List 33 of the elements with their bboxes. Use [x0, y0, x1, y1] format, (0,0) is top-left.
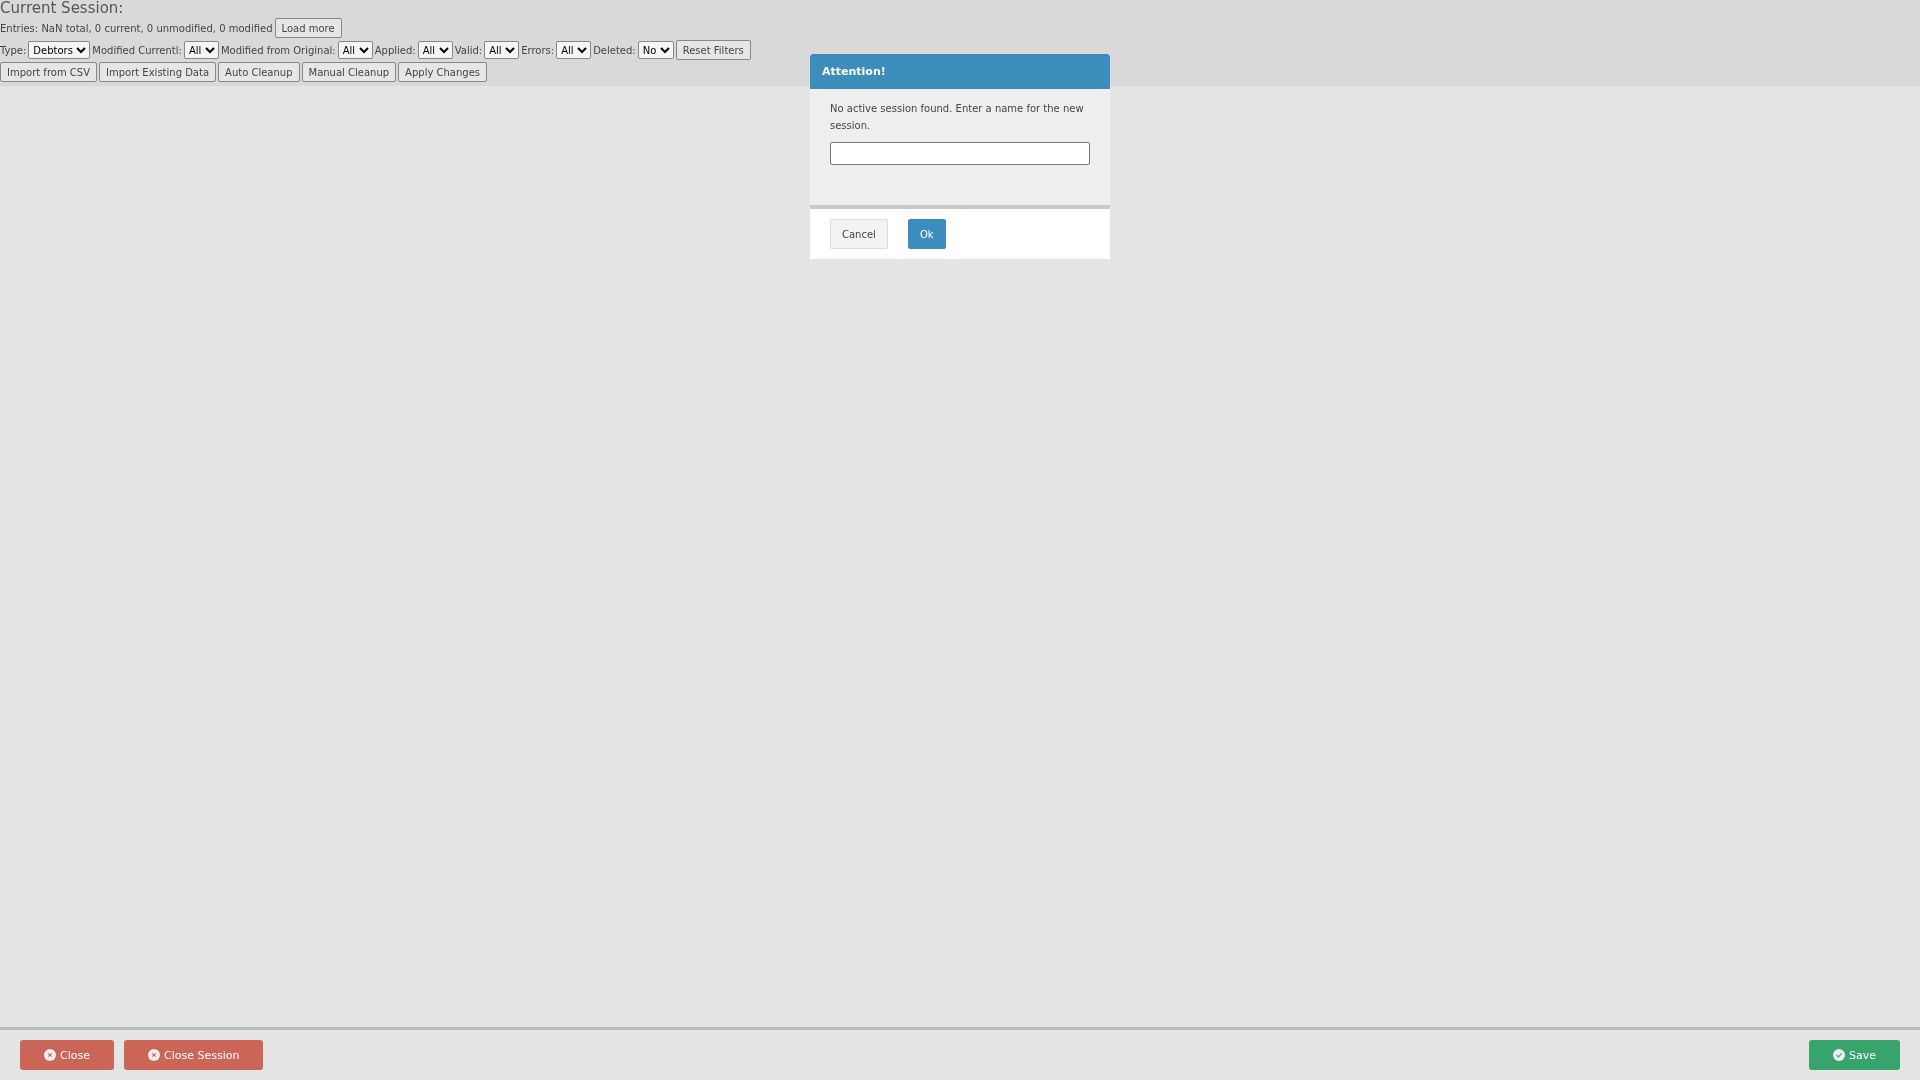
- filter-dropdown[interactable]: All: [484, 41, 520, 59]
- action-button[interactable]: Import Existing Data: [99, 62, 217, 82]
- entries-summary: Entries: NaN total, 0 current, 0 unmodified, 0 modified: [0, 22, 273, 34]
- close-button[interactable]: Close Session: [123, 1040, 264, 1070]
- filter-label: Valid:: [454, 44, 483, 56]
- dialog-message: No active session found. Enter a name for the new session.: [830, 102, 1085, 133]
- filter-dropdown[interactable]: All: [183, 41, 219, 59]
- dialog-title: Attention!: [810, 54, 1110, 89]
- filter-dropdown[interactable]: All: [337, 41, 373, 59]
- filter-label: Type:: [0, 44, 27, 56]
- filter-dropdown[interactable]: No: [637, 41, 674, 59]
- action-button[interactable]: Import from CSV: [0, 62, 97, 82]
- filter-dropdown[interactable]: All: [556, 41, 592, 59]
- close-button[interactable]: Close: [20, 1040, 114, 1070]
- filter-dropdown[interactable]: All: [417, 41, 453, 59]
- check-circle-icon: [1833, 1049, 1845, 1061]
- filter-label: Modified from Original:: [220, 44, 336, 56]
- filter-label: Applied:: [374, 44, 416, 56]
- close-circle-icon: [147, 1049, 160, 1061]
- cancel-button[interactable]: Cancel: [830, 219, 888, 249]
- filter-label: Deleted:: [593, 44, 636, 56]
- close-circle-icon: [44, 1049, 56, 1061]
- action-button[interactable]: Apply Changes: [398, 62, 488, 82]
- ok-button[interactable]: Ok: [907, 219, 946, 249]
- filter-dropdown[interactable]: Debtors: [28, 41, 91, 59]
- reset-filters-button[interactable]: Reset Filters: [675, 40, 751, 60]
- session-title: Current Session:: [0, 0, 125, 17]
- session-name-field[interactable]: [830, 142, 1090, 165]
- filter-label: Modified Currentl:: [92, 44, 182, 56]
- load-more-button[interactable]: Load more: [274, 18, 342, 38]
- action-button[interactable]: Manual Cleanup: [301, 62, 397, 82]
- action-button[interactable]: Auto Cleanup: [218, 62, 300, 82]
- filter-label: Errors:: [521, 44, 555, 56]
